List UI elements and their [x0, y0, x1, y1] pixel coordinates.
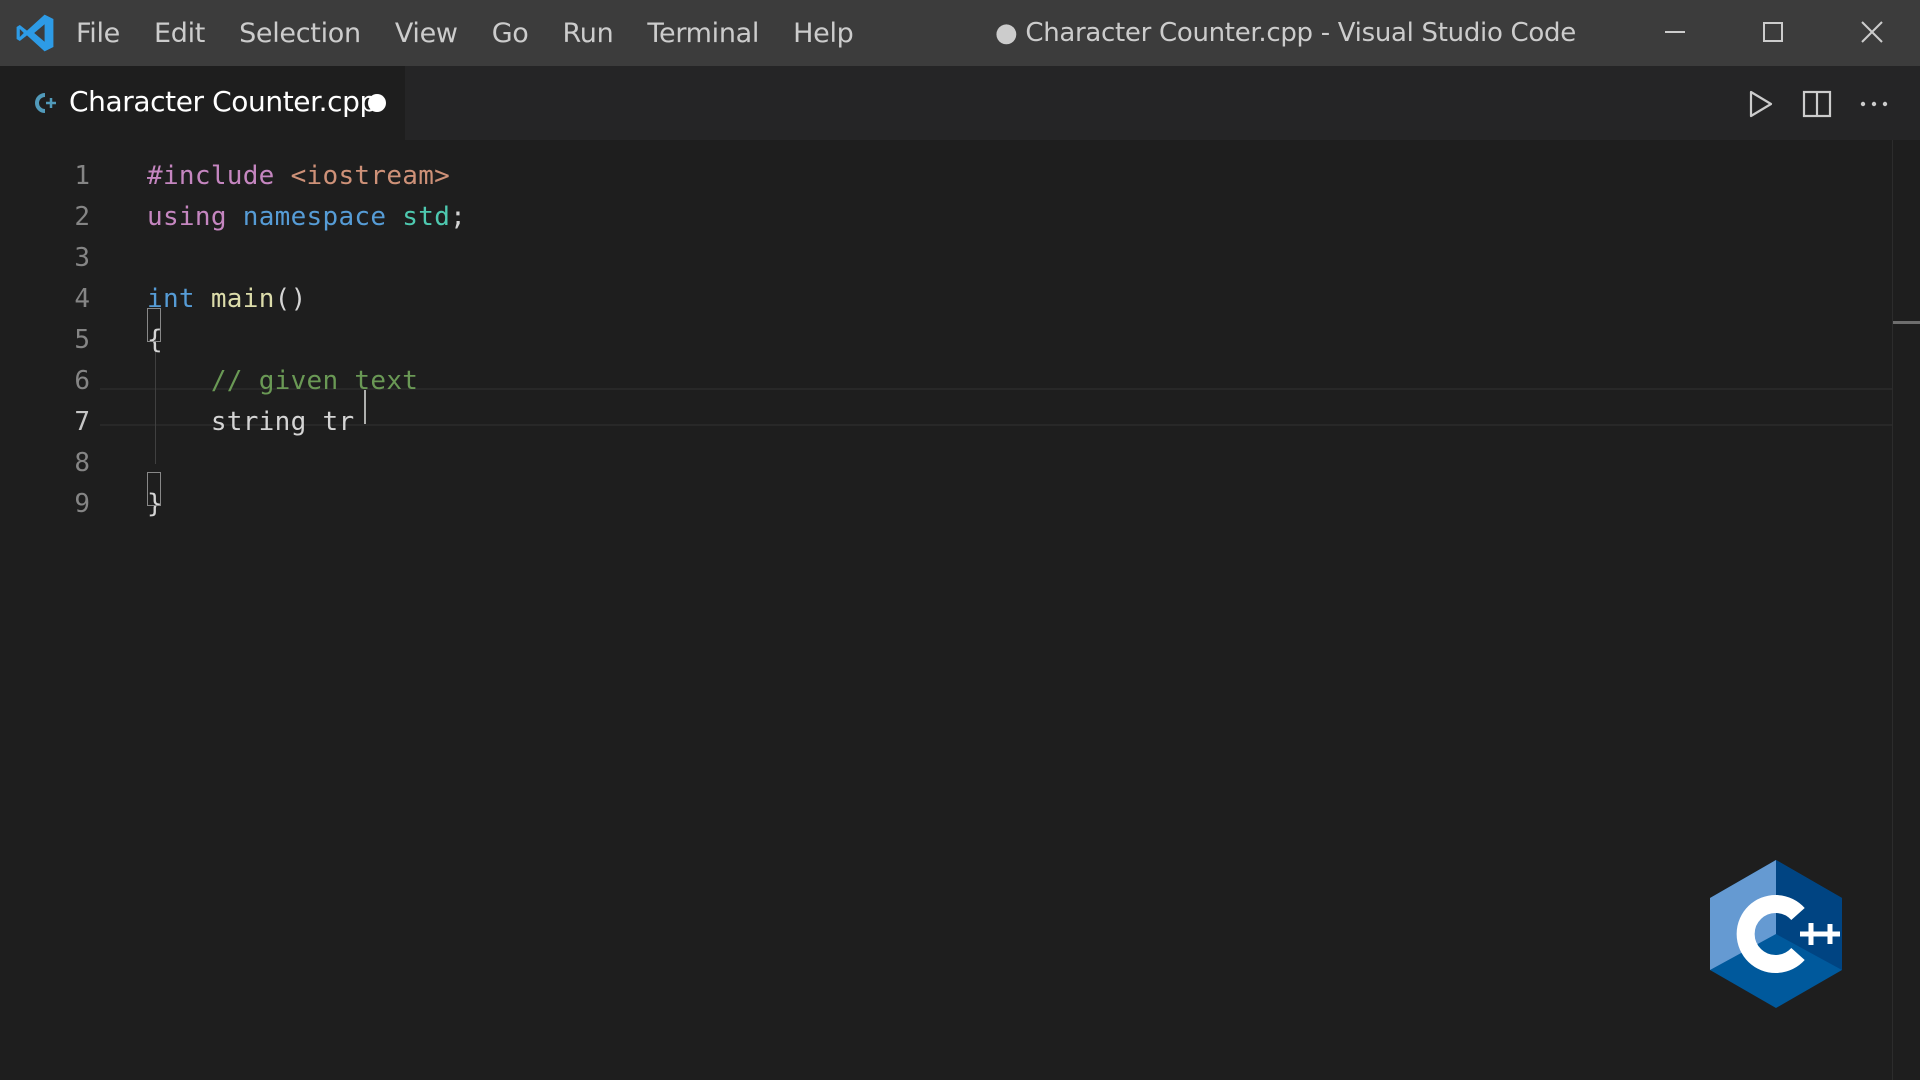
code-token: () — [274, 284, 307, 314]
menu-run[interactable]: Run — [563, 18, 614, 49]
scrollbar-cursor-marker — [1893, 321, 1920, 324]
code-line[interactable]: #include <iostream> — [147, 161, 450, 191]
indent-guide — [155, 336, 156, 464]
more-actions-icon[interactable] — [1856, 86, 1892, 122]
line-number: 3 — [74, 243, 90, 273]
code-token: <iostream> — [290, 161, 451, 191]
play-icon[interactable] — [1742, 86, 1778, 122]
menu-edit[interactable]: Edit — [154, 18, 205, 49]
line-number: 7 — [74, 407, 90, 437]
code-token: using — [147, 202, 243, 232]
code-editor[interactable]: 1 2 3 4 5 6 7 8 9 #include <iostream> using names… — [0, 140, 1892, 1080]
line-number: 5 — [74, 325, 90, 355]
menu-selection[interactable]: Selection — [239, 18, 361, 49]
vscode-logo-icon[interactable] — [14, 13, 56, 53]
code-token: // given text — [210, 366, 419, 396]
code-token: namespace — [242, 202, 403, 232]
line-number: 4 — [74, 284, 90, 314]
cpp-file-icon — [35, 93, 56, 113]
cpp-logo — [1710, 860, 1842, 1008]
line-number: 6 — [74, 366, 90, 396]
close-icon[interactable] — [1855, 15, 1889, 49]
tab-character-counter[interactable]: Character Counter.cpp — [0, 66, 405, 140]
maximize-icon[interactable] — [1756, 15, 1790, 49]
window-title: ● Character Counter.cpp - Visual Studio … — [995, 18, 1576, 48]
line-number: 8 — [74, 448, 90, 478]
tab-bar: Character Counter.cpp — [0, 66, 1920, 140]
line-number: 2 — [74, 202, 90, 232]
unsaved-dot-icon[interactable] — [368, 94, 386, 112]
line-number: 9 — [74, 489, 90, 519]
code-line[interactable]: string tr — [147, 407, 354, 437]
menu-bar: File Edit Selection View Go Run Terminal… — [76, 0, 887, 66]
menu-go[interactable]: Go — [492, 18, 529, 49]
menu-file[interactable]: File — [76, 18, 120, 49]
title-bar: File Edit Selection View Go Run Terminal… — [0, 0, 1920, 66]
code-token: std — [402, 202, 451, 232]
split-editor-icon[interactable] — [1799, 86, 1835, 122]
code-token: string tr — [147, 407, 355, 437]
code-token: ; — [450, 202, 467, 232]
code-line[interactable]: int main() — [147, 284, 307, 314]
line-number: 1 — [74, 161, 90, 191]
menu-terminal[interactable]: Terminal — [647, 18, 759, 49]
menu-view[interactable]: View — [395, 18, 458, 49]
bracket-match-close — [147, 472, 161, 506]
code-token: #include — [147, 161, 291, 191]
bracket-match-open — [147, 308, 161, 342]
vertical-scrollbar[interactable] — [1892, 140, 1920, 1080]
text-cursor — [364, 390, 366, 424]
code-line[interactable]: // given text — [147, 366, 418, 396]
code-line[interactable]: using namespace std; — [147, 202, 466, 232]
tab-label: Character Counter.cpp — [69, 85, 377, 118]
minimize-icon[interactable] — [1658, 15, 1692, 49]
menu-help[interactable]: Help — [793, 18, 854, 49]
code-token: main — [210, 284, 275, 314]
